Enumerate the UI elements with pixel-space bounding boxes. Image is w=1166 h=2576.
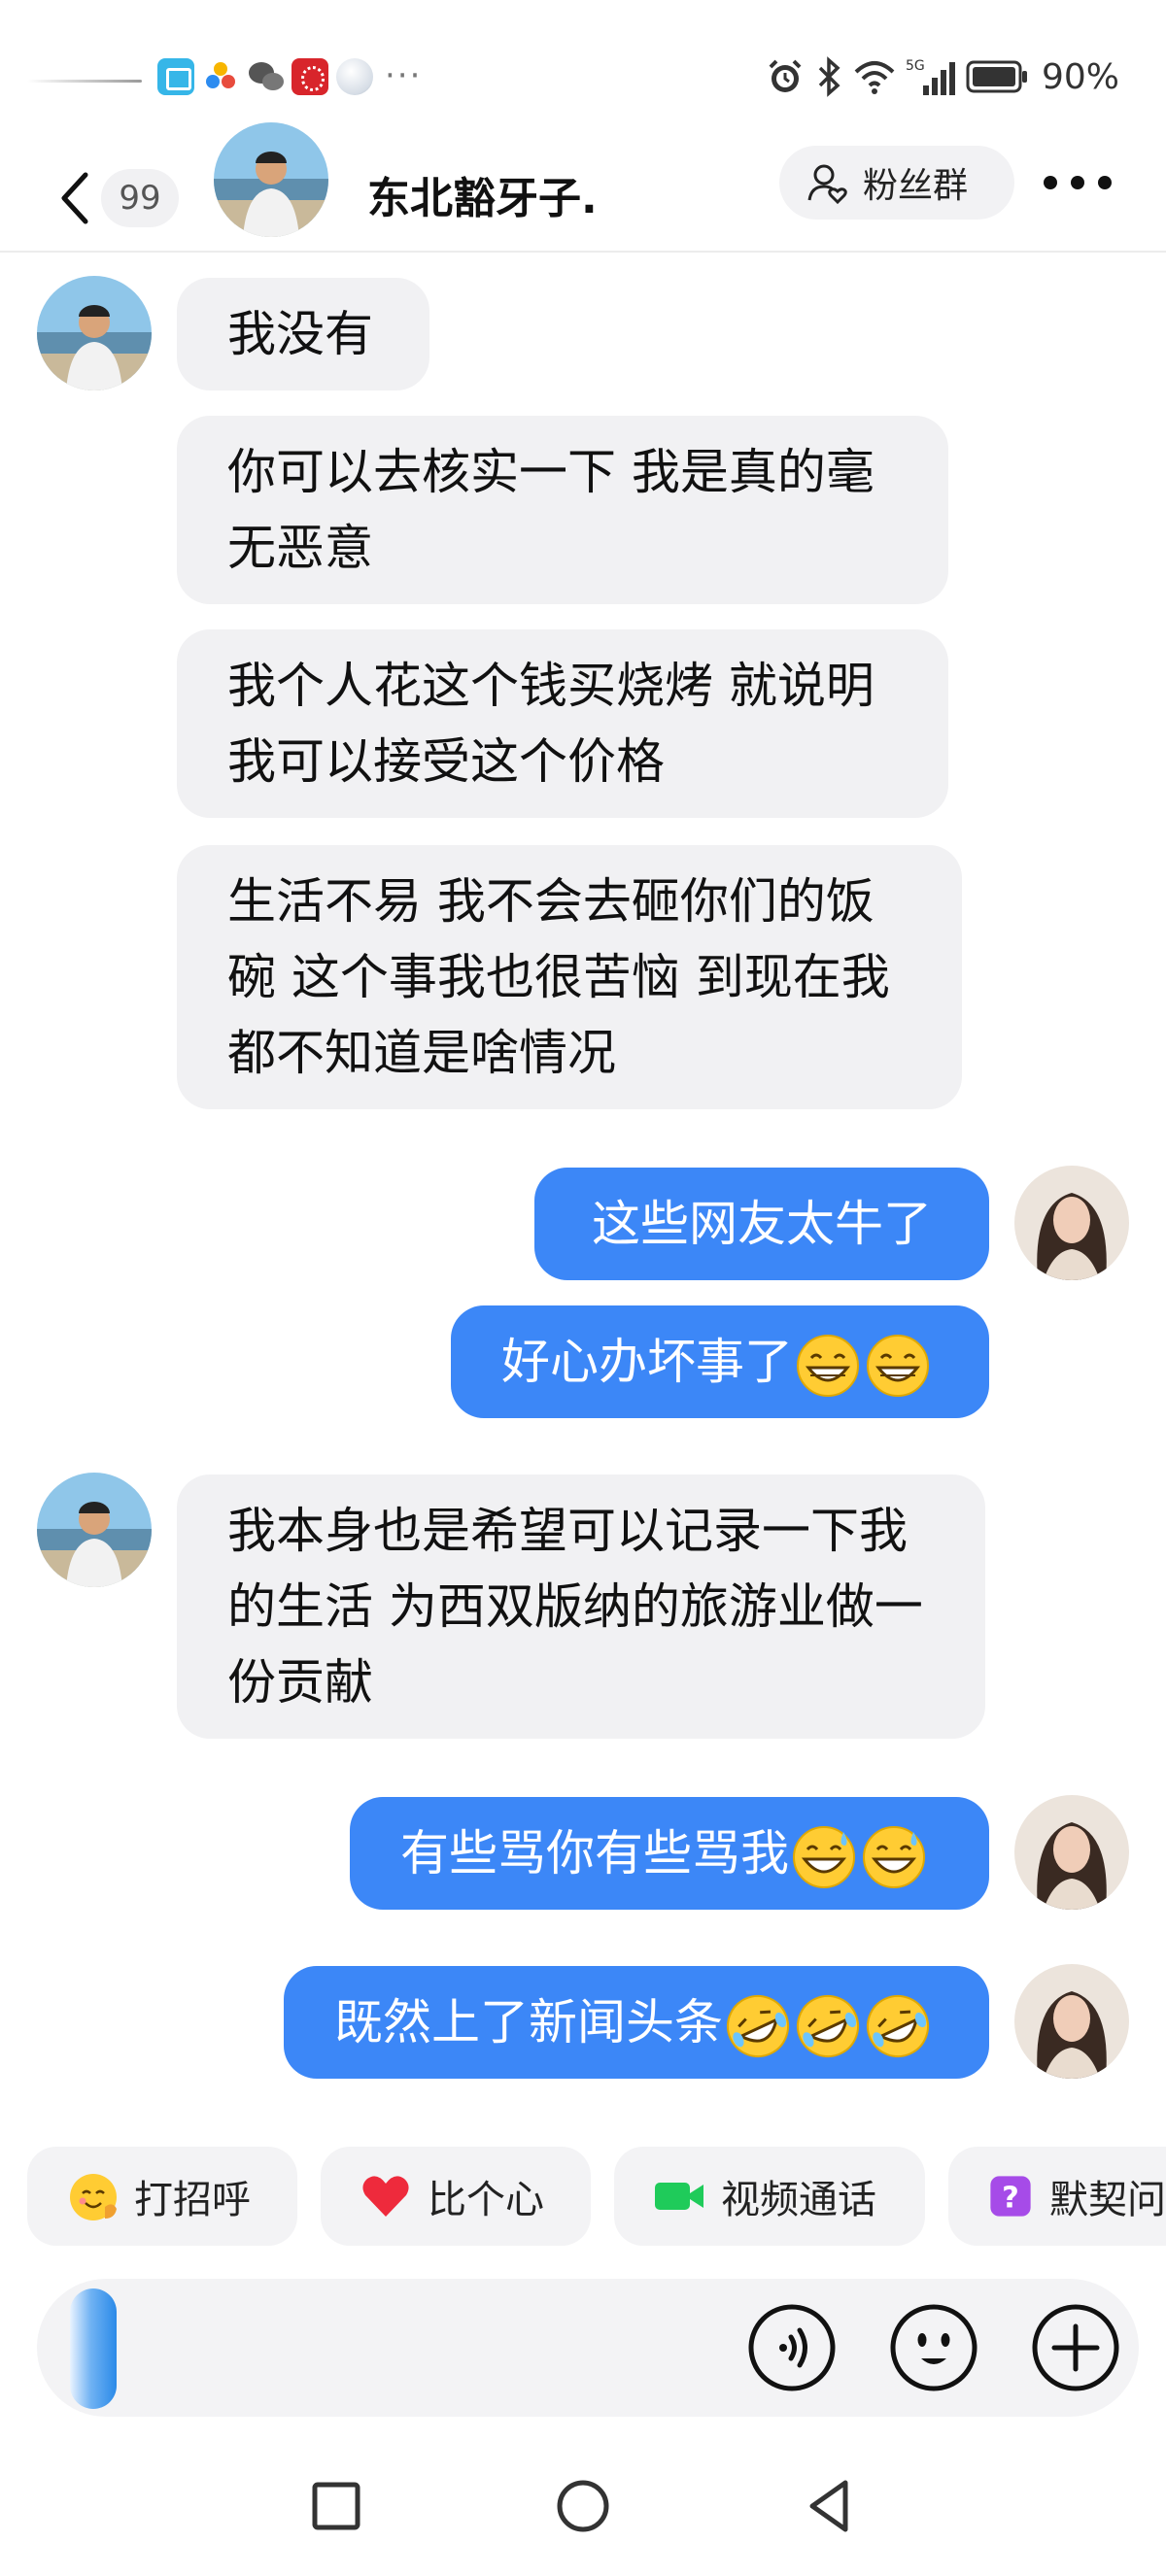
grin-emoji-icon bbox=[797, 1334, 859, 1397]
contact-name: 东北豁牙子. bbox=[367, 174, 598, 223]
incoming-message[interactable]: 我个人花这个钱买烧烤 就说明我可以接受这个价格 bbox=[177, 629, 948, 818]
contact-message-avatar[interactable] bbox=[37, 1473, 152, 1587]
quick-action-heart[interactable]: 比个心 bbox=[321, 2147, 591, 2246]
input-caret bbox=[70, 2288, 117, 2409]
my-avatar[interactable] bbox=[1014, 1964, 1129, 2079]
message-input[interactable] bbox=[66, 2298, 727, 2397]
flower-app-icon bbox=[202, 58, 239, 95]
plus-button[interactable] bbox=[1030, 2302, 1121, 2393]
chevron-left-icon bbox=[61, 172, 88, 224]
chip-label: 视频通话 bbox=[721, 2178, 876, 2222]
network-type-label: 5G bbox=[906, 58, 925, 74]
outgoing-message[interactable]: 既然上了新闻头条 bbox=[284, 1966, 989, 2079]
heart-icon bbox=[362, 2176, 409, 2217]
incoming-message[interactable]: 生活不易 我不会去砸你们的饭碗 这个事我也很苦恼 到现在我都不知道是啥情况 bbox=[177, 845, 962, 1109]
svg-text:?: ? bbox=[1002, 2182, 1019, 2216]
home-button[interactable] bbox=[552, 2475, 614, 2537]
more-dots-icon bbox=[1044, 176, 1057, 189]
quick-action-greet[interactable]: 打招呼 bbox=[27, 2147, 297, 2246]
alarm-icon bbox=[769, 59, 802, 92]
chip-label: 打招呼 bbox=[134, 2178, 251, 2222]
emoji-button[interactable] bbox=[888, 2302, 979, 2393]
more-dot bbox=[1071, 176, 1084, 189]
message-text: 这些网友太牛了 bbox=[592, 1196, 932, 1252]
grin-emoji-icon bbox=[867, 1334, 929, 1397]
outgoing-message[interactable]: 这些网友太牛了 bbox=[534, 1168, 989, 1280]
contact-avatar[interactable] bbox=[214, 122, 328, 237]
voice-icon bbox=[748, 2304, 836, 2391]
incoming-message[interactable]: 我本身也是希望可以记录一下我的生活 为西双版纳的旅游业做一份贡献 bbox=[177, 1474, 985, 1739]
back-button[interactable] bbox=[56, 159, 95, 237]
system-back-button[interactable] bbox=[799, 2475, 861, 2537]
voice-button[interactable] bbox=[746, 2302, 838, 2393]
wave-face-icon bbox=[70, 2174, 117, 2220]
message-input-bar bbox=[37, 2279, 1139, 2417]
rofl-emoji-icon bbox=[727, 1994, 789, 2057]
sweat-smile-emoji-icon bbox=[863, 1825, 925, 1888]
question-box-icon: ? bbox=[990, 2176, 1031, 2217]
triangle-back-icon bbox=[809, 2480, 848, 2532]
circle-icon bbox=[557, 2480, 609, 2532]
rofl-emoji-icon bbox=[797, 1994, 859, 2057]
emoji-icon bbox=[890, 2304, 977, 2391]
my-avatar[interactable] bbox=[1014, 1795, 1129, 1910]
more-notifications-icon: ··· bbox=[385, 56, 423, 95]
outgoing-message[interactable]: 好心办坏事了 bbox=[451, 1305, 989, 1418]
more-options-button[interactable] bbox=[1044, 153, 1112, 212]
moon-app-icon bbox=[336, 58, 373, 95]
message-text: 既然上了新闻头条 bbox=[334, 1994, 723, 2051]
outgoing-message[interactable]: 有些骂你有些骂我 bbox=[350, 1797, 989, 1910]
status-bar: ··· 5G 90% bbox=[0, 0, 1166, 146]
fans-group-icon bbox=[807, 164, 847, 204]
my-avatar[interactable] bbox=[1014, 1166, 1129, 1280]
fans-group-button[interactable]: 粉丝群 bbox=[779, 146, 1014, 220]
quick-action-quiz[interactable]: ? 默契问 bbox=[948, 2147, 1166, 2246]
message-text: 有些骂你有些骂我 bbox=[400, 1825, 789, 1881]
quick-action-video-call[interactable]: 视频通话 bbox=[614, 2147, 925, 2246]
recent-apps-button[interactable] bbox=[305, 2475, 367, 2537]
red-app-icon bbox=[292, 58, 328, 95]
sweat-smile-emoji-icon bbox=[793, 1825, 855, 1888]
battery-icon bbox=[966, 60, 1027, 93]
fans-group-label: 粉丝群 bbox=[863, 166, 969, 206]
cellular-signal-icon: 5G bbox=[906, 58, 955, 95]
unread-count-badge[interactable]: 99 bbox=[101, 169, 179, 227]
battery-percent: 90% bbox=[1041, 56, 1119, 97]
rofl-emoji-icon bbox=[867, 1994, 929, 2057]
status-icons: 5G 90% bbox=[766, 51, 1119, 103]
video-camera-icon bbox=[655, 2183, 703, 2210]
notification-line bbox=[27, 80, 142, 83]
wechat-icon bbox=[247, 58, 284, 95]
chip-label: 默契问 bbox=[1049, 2178, 1166, 2222]
incoming-message[interactable]: 你可以去核实一下 我是真的毫无恶意 bbox=[177, 416, 948, 604]
more-dot bbox=[1098, 176, 1112, 189]
bluetooth-icon bbox=[818, 56, 840, 97]
plus-icon bbox=[1032, 2304, 1119, 2391]
wifi-icon bbox=[854, 61, 895, 94]
square-icon bbox=[312, 2482, 360, 2530]
chat-header: 99 东北豁牙子. 粉丝群 bbox=[0, 122, 1166, 253]
contact-message-avatar[interactable] bbox=[37, 276, 152, 390]
chip-label: 比个心 bbox=[428, 2178, 544, 2222]
book-app-icon bbox=[157, 58, 194, 95]
incoming-message[interactable]: 我没有 bbox=[177, 278, 429, 390]
message-text: 好心办坏事了 bbox=[501, 1334, 793, 1390]
